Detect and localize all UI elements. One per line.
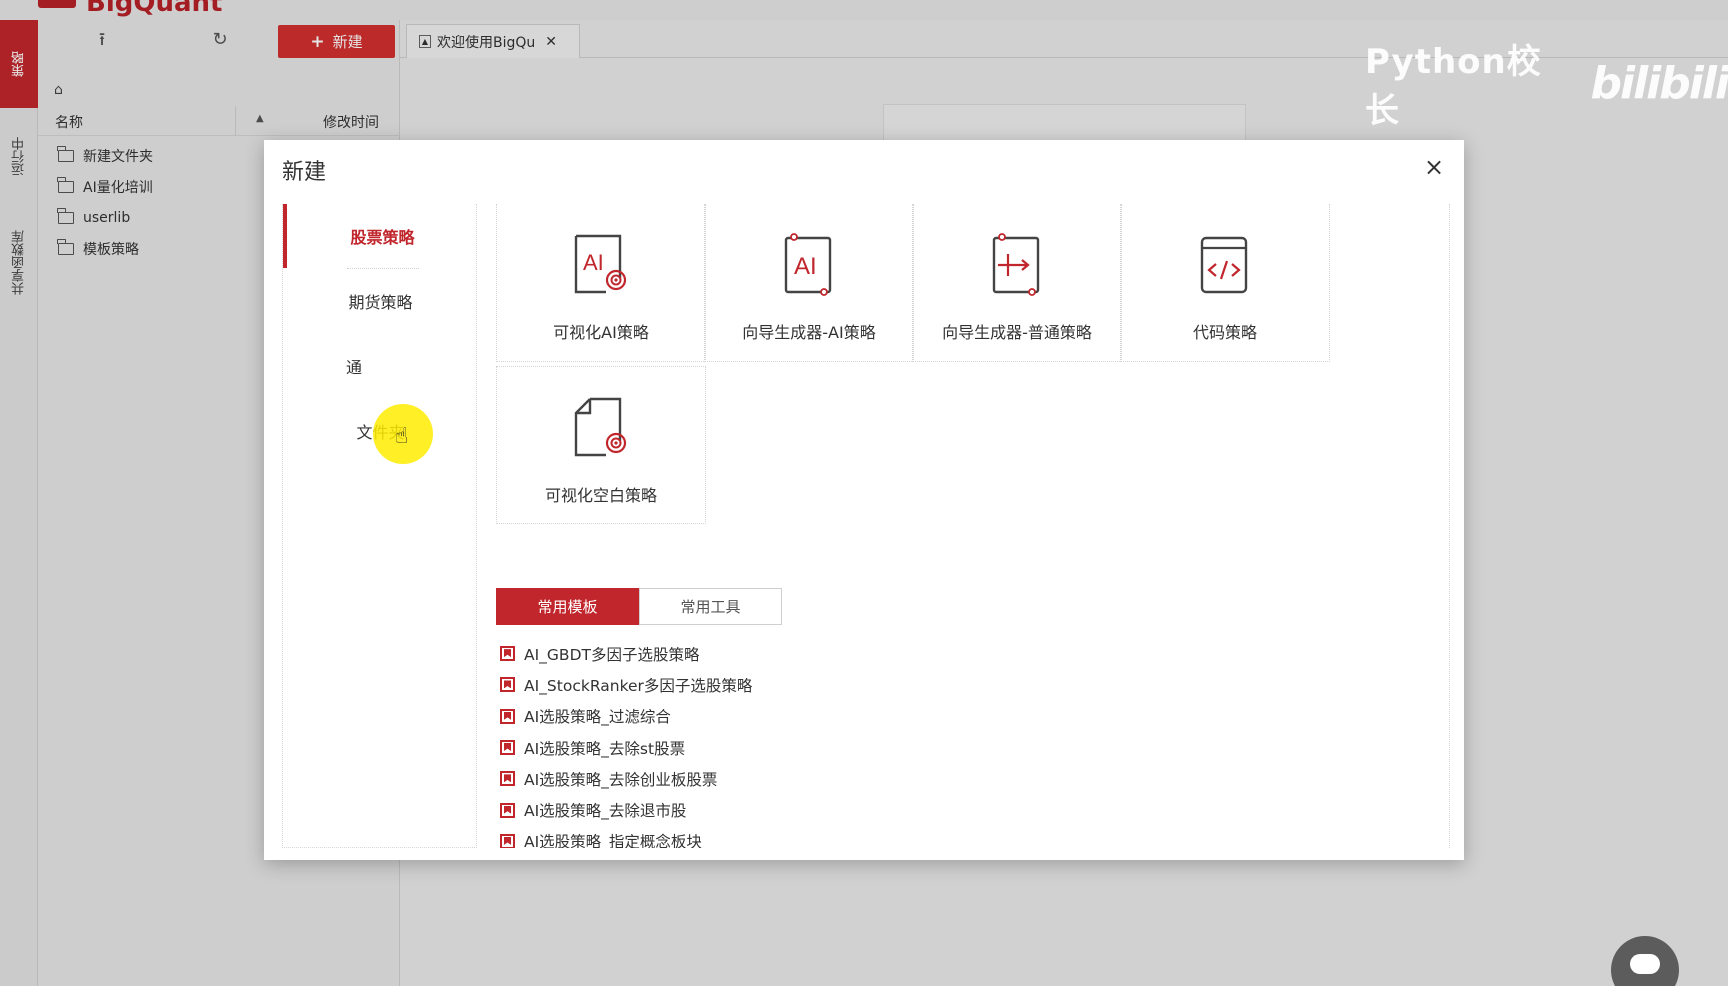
template-tabs: 常用模板 常用工具 [496, 588, 782, 625]
category-futures[interactable]: 期货策略 [283, 269, 478, 333]
template-label: AI选股策略_去除退市股 [524, 802, 687, 821]
card-wizard-plain[interactable]: 向导生成器-普通策略 [912, 204, 1122, 362]
category-general[interactable]: 通 [283, 334, 478, 398]
category-nav: 股票策略 期货策略 通 文件夹 ☝ [282, 204, 477, 848]
hand-cursor-icon: ☝ [395, 424, 409, 449]
template-label: AI选股策略_过滤综合 [524, 708, 671, 727]
bookmark-icon [500, 677, 515, 693]
tab-label: 常用模板 [537, 598, 598, 616]
category-label: 期货策略 [348, 293, 413, 312]
chat-bubble-icon [1630, 954, 1660, 974]
card-visual-blank[interactable]: 可视化空白策略 [496, 366, 706, 524]
template-label: AI选股策略_指定概念板块 [524, 833, 702, 848]
template-item[interactable]: AI选股策略_指定概念板块 [496, 826, 1096, 848]
strategy-content: AI 可视化AI策略 AI 向导生成器-AI策略 向导生成器-普通策略 代码策略… [496, 204, 1450, 848]
bookmark-icon [500, 833, 515, 848]
template-item[interactable]: AI选股策略_去除退市股 [496, 794, 1096, 825]
wizard-ai-icon: AI [784, 233, 832, 296]
bookmark-icon [500, 740, 515, 756]
template-list: AI_GBDT多因子选股策略 AI_StockRanker多因子选股策略 AI选… [496, 638, 1096, 848]
template-label: AI_StockRanker多因子选股策略 [524, 676, 753, 695]
card-label: 向导生成器-AI策略 [742, 323, 876, 342]
card-wizard-ai[interactable]: AI 向导生成器-AI策略 [704, 204, 914, 362]
template-label: AI选股策略_去除st股票 [524, 739, 686, 758]
category-label: 通 [346, 358, 363, 377]
tab-common-tools[interactable]: 常用工具 [639, 588, 782, 625]
tab-label: 常用工具 [680, 598, 741, 616]
template-item[interactable]: AI选股策略_去除st股票 [496, 732, 1096, 763]
code-icon [1200, 236, 1248, 294]
card-visual-ai[interactable]: AI 可视化AI策略 [496, 204, 706, 362]
bookmark-icon [500, 802, 515, 818]
template-item[interactable]: AI_StockRanker多因子选股策略 [496, 669, 1096, 700]
new-dialog: 新建 × 股票策略 期货策略 通 文件夹 ☝ AI 可视化AI策略 [264, 140, 1464, 860]
template-item[interactable]: AI_GBDT多因子选股策略 [496, 638, 1096, 669]
bookmark-icon [500, 708, 515, 724]
watermark-text: Python校长 [1365, 42, 1542, 131]
close-icon[interactable]: × [1422, 155, 1446, 179]
template-item[interactable]: AI选股策略_过滤综合 [496, 701, 1096, 732]
video-watermark: Python校长 bilibili [1365, 34, 1728, 132]
card-code[interactable]: 代码策略 [1120, 204, 1330, 362]
template-label: AI_GBDT多因子选股策略 [524, 645, 700, 664]
svg-text:AI: AI [794, 253, 817, 280]
template-item[interactable]: AI选股策略_去除创业板股票 [496, 763, 1096, 794]
visual-ai-strategy-icon: AI [574, 234, 627, 294]
bookmark-icon [500, 771, 515, 787]
card-label: 可视化空白策略 [544, 486, 657, 505]
card-label: 向导生成器-普通策略 [942, 323, 1092, 342]
bilibili-logo: bilibili [1590, 57, 1728, 109]
tab-common-templates[interactable]: 常用模板 [496, 588, 639, 625]
category-label: 股票策略 [350, 228, 415, 247]
card-label: 代码策略 [1192, 323, 1257, 342]
bookmark-icon [500, 646, 515, 662]
svg-text:AI: AI [583, 250, 604, 275]
dialog-title: 新建 [282, 160, 327, 185]
visual-blank-icon [574, 397, 627, 457]
card-label: 可视化AI策略 [553, 323, 649, 342]
category-stock[interactable]: 股票策略 [283, 204, 478, 268]
template-label: AI选股策略_去除创业板股票 [524, 770, 718, 789]
wizard-plain-icon [992, 233, 1040, 296]
